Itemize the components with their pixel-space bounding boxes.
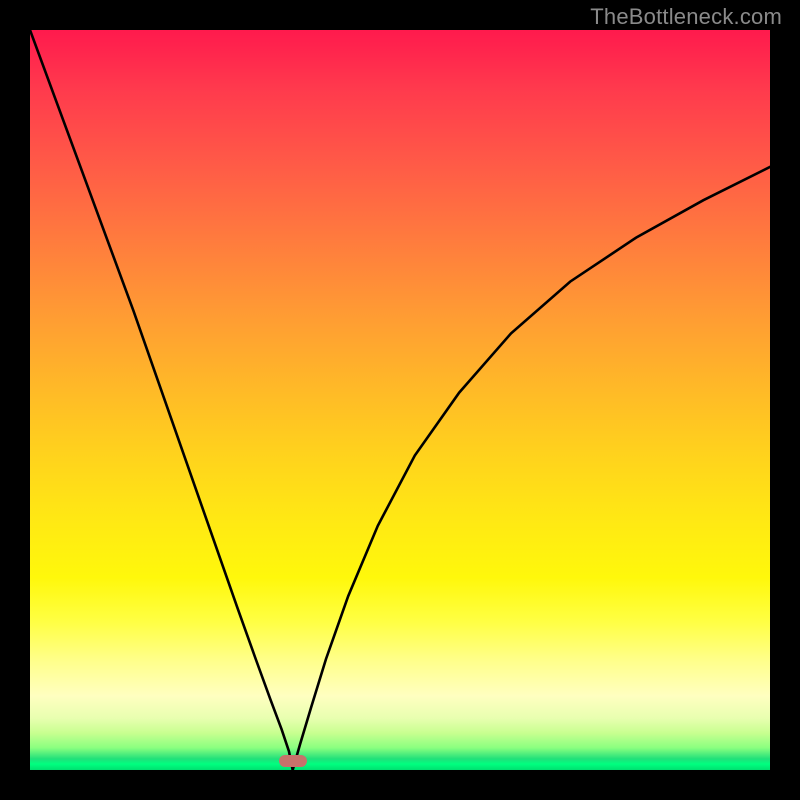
watermark-text: TheBottleneck.com bbox=[590, 4, 782, 30]
optimum-marker bbox=[279, 755, 307, 767]
curve-right-branch bbox=[293, 167, 770, 770]
bottleneck-curve bbox=[30, 30, 770, 770]
curve-left-branch bbox=[30, 30, 293, 770]
chart-frame: TheBottleneck.com bbox=[0, 0, 800, 800]
plot-area bbox=[30, 30, 770, 770]
